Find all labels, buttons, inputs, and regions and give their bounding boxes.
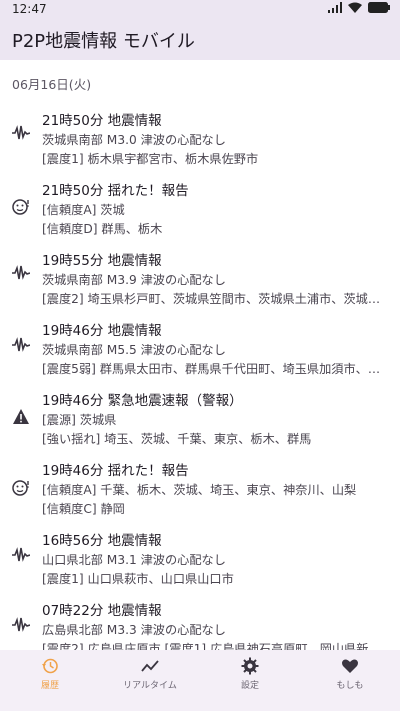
nav-settings[interactable]: 設定 [200,650,300,711]
wifi-icon [348,2,362,13]
status-bar: 12:47 [0,0,400,18]
item-detail: [震度5弱] 群馬県太田市、群馬県千代田町、埼玉県加須市、… [42,362,381,376]
history-icon [42,658,58,674]
item-detail: [信頼度A] 茨城 [42,203,125,217]
item-detail: [震度2] 埼玉県杉戸町、茨城県笠間市、茨城県土浦市、茨城… [42,292,381,306]
nav-label: 設定 [240,681,259,691]
signal-icon [328,2,342,13]
nav-label: 履歴 [40,681,59,691]
nav-label: リアルタイム [123,681,177,691]
waveform-icon [12,125,30,140]
item-detail: [強い揺れ] 埼玉、茨城、千葉、東京、栃木、群馬 [42,432,312,446]
status-time: 12:47 [12,2,47,16]
item-title: 21時50分 地震情報 [42,113,162,129]
gear-icon [241,657,259,675]
timeline-icon [141,660,159,672]
list-item[interactable]: 21時50分 揺れた！報告 [信頼度A] 茨城 [信頼度D] 群馬、栃木 [0,179,400,247]
list-item[interactable]: 19時46分 緊急地震速報（警報） [震源] 茨城県 [強い揺れ] 埼玉、茨城、… [0,389,400,457]
item-title: 19時46分 揺れた！報告 [42,463,189,479]
item-detail: 山口県北部 M3.1 津波の心配なし [42,553,226,567]
item-title: 16時56分 地震情報 [42,533,162,549]
history-list[interactable]: 06月16日(火) 21時50分 地震情報 茨城県南部 M3.0 津波の心配なし… [0,60,400,650]
item-detail: [震度1] 栃木県宇都宮市、栃木県佐野市 [42,152,259,166]
item-detail: [震度2] 広島県庄原市 [震度1] 広島県神石高原町、岡山県新… [42,642,381,650]
date-header: 06月16日(火) [12,77,92,92]
face-icon [12,480,29,496]
nav-moshimo[interactable]: もしも [300,650,400,711]
item-detail: [信頼度C] 静岡 [42,502,125,516]
face-icon [12,199,29,215]
list-item[interactable]: 07時22分 地震情報 広島県北部 M3.3 津波の心配なし [震度2] 広島県… [0,599,400,650]
list-item[interactable]: 19時46分 地震情報 茨城県南部 M5.5 津波の心配なし [震度5弱] 群馬… [0,319,400,387]
waveform-icon [12,265,30,280]
system-icons [328,2,390,13]
warning-icon [13,409,29,424]
list-item[interactable]: 19時46分 揺れた！報告 [信頼度A] 千葉、栃木、茨城、埼玉、東京、神奈川、… [0,459,400,527]
bottom-nav: 履歴 リアルタイム 設定 もしも [0,650,400,711]
waveform-icon [12,617,30,632]
nav-label: もしも [336,681,364,691]
app-title: P2P地震情報 モバイル [12,31,195,52]
item-detail: [震度1] 山口県萩市、山口県山口市 [42,572,234,586]
item-title: 21時50分 揺れた！報告 [42,183,189,199]
waveform-icon [12,547,30,562]
item-detail: 茨城県南部 M3.9 津波の心配なし [42,273,226,287]
item-detail: [震源] 茨城県 [42,413,117,427]
heart-icon [342,659,358,673]
battery-icon [368,2,390,13]
item-detail: [信頼度D] 群馬、栃木 [42,222,163,236]
item-title: 19時46分 緊急地震速報（警報） [42,393,243,409]
item-detail: [信頼度A] 千葉、栃木、茨城、埼玉、東京、神奈川、山梨 [42,483,357,497]
item-detail: 茨城県南部 M3.0 津波の心配なし [42,133,226,147]
app-bar: P2P地震情報 モバイル [0,18,400,60]
nav-history[interactable]: 履歴 [0,650,100,711]
list-item[interactable]: 19時55分 地震情報 茨城県南部 M3.9 津波の心配なし [震度2] 埼玉県… [0,249,400,317]
list-item[interactable]: 16時56分 地震情報 山口県北部 M3.1 津波の心配なし [震度1] 山口県… [0,529,400,597]
item-detail: 茨城県南部 M5.5 津波の心配なし [42,343,226,357]
item-title: 19時46分 地震情報 [42,323,162,339]
nav-realtime[interactable]: リアルタイム [100,650,200,711]
list-item[interactable]: 21時50分 地震情報 茨城県南部 M3.0 津波の心配なし [震度1] 栃木県… [0,109,400,177]
item-detail: 広島県北部 M3.3 津波の心配なし [42,623,226,637]
item-title: 19時55分 地震情報 [42,253,162,269]
item-title: 07時22分 地震情報 [42,603,162,619]
waveform-icon [12,337,30,352]
